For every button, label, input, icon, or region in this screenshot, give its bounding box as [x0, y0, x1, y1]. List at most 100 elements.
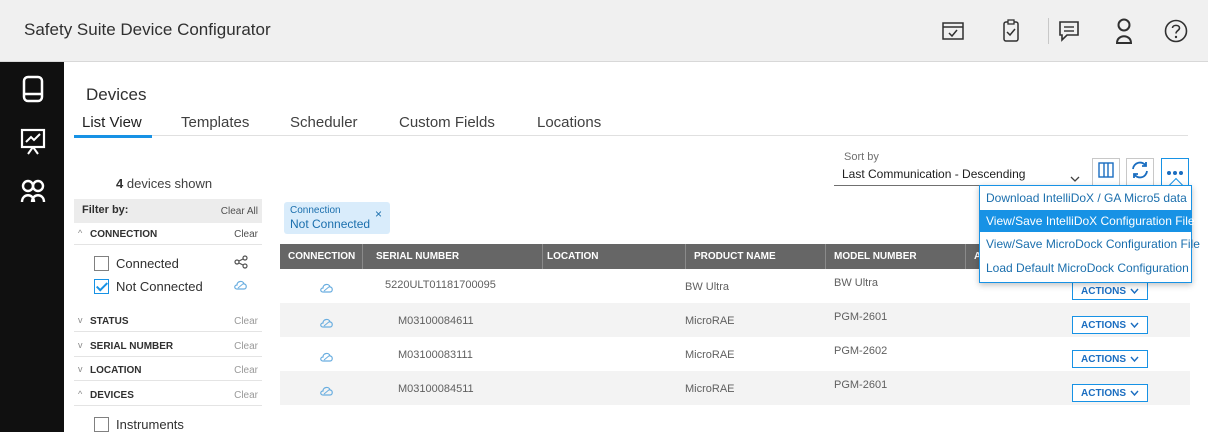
serial-number-cell: M03100084611	[398, 315, 474, 327]
presentation-chart-icon[interactable]	[16, 124, 50, 158]
columns-button[interactable]	[1092, 158, 1120, 186]
left-nav	[0, 62, 64, 432]
chevron-down-icon: v	[78, 364, 83, 374]
clear-serial-link[interactable]: Clear	[234, 341, 258, 352]
menu-item-view-save-microdock[interactable]: View/Save MicroDock Configuration File	[980, 233, 1200, 255]
user-icon[interactable]	[1108, 15, 1140, 47]
column-header-product-name[interactable]: PRODUCT NAME	[694, 251, 776, 262]
filter-section-label: SERIAL NUMBER	[90, 341, 174, 352]
product-name-cell: BW Ultra	[685, 281, 729, 293]
instruments-checkbox[interactable]	[94, 417, 109, 432]
connected-checkbox[interactable]	[94, 256, 109, 271]
filter-section-devices[interactable]: ^ DEVICES Clear	[74, 386, 262, 406]
actions-button[interactable]: ACTIONS	[1072, 316, 1148, 334]
devices-shown-label: devices shown	[126, 176, 213, 191]
connected-label: Connected	[116, 256, 179, 271]
product-name-cell: MicroRAE	[685, 315, 735, 327]
instruments-label: Instruments	[116, 417, 184, 432]
device-icon[interactable]	[16, 72, 50, 106]
column-header-connection[interactable]: CONNECTION	[288, 251, 355, 262]
filter-section-location[interactable]: v LOCATION Clear	[74, 361, 262, 381]
clear-status-link[interactable]: Clear	[234, 316, 258, 327]
clear-all-link[interactable]: Clear All	[221, 206, 258, 217]
clear-location-link[interactable]: Clear	[234, 365, 258, 376]
columns-icon	[1098, 161, 1114, 183]
sort-dropdown[interactable]: Sort by Last Communication - Descending	[834, 151, 1084, 186]
menu-item-view-save-intellidox[interactable]: View/Save IntelliDoX Configuration File	[980, 210, 1195, 232]
chip-title: Connection	[290, 205, 341, 216]
sort-label: Sort by	[842, 151, 881, 163]
model-number-cell: PGM-2602	[834, 345, 888, 357]
filter-option-connected[interactable]: Connected	[94, 255, 262, 275]
app-title: Safety Suite Device Configurator	[24, 20, 271, 39]
serial-number-cell: M03100084511	[398, 383, 474, 395]
filter-section-serial-number[interactable]: v SERIAL NUMBER Clear	[74, 337, 262, 357]
product-name-cell: MicroRAE	[685, 349, 735, 361]
devices-shown-count: 4 devices shown	[116, 176, 212, 191]
chevron-down-icon	[1130, 354, 1139, 365]
table-row[interactable]: M03100083111 MicroRAE PGM-2602 ACTIONS	[280, 337, 1190, 371]
model-number-cell: PGM-2601	[834, 379, 888, 391]
chip-close-icon[interactable]: ×	[375, 207, 382, 221]
actions-label: ACTIONS	[1081, 387, 1126, 399]
help-icon[interactable]	[1160, 15, 1192, 47]
serial-number-cell: 5220ULT01181700095	[385, 279, 496, 291]
tab-custom-fields[interactable]: Custom Fields	[399, 114, 495, 131]
not-connected-label: Not Connected	[116, 279, 203, 294]
clear-devices-link[interactable]: Clear	[234, 390, 258, 401]
active-filter-chip: Connection Not Connected ×	[284, 202, 390, 234]
filter-section-label: CONNECTION	[90, 229, 158, 240]
menu-item-load-default-microdock[interactable]: Load Default MicroDock Configuration	[980, 257, 1191, 279]
chevron-down-icon	[1130, 320, 1139, 331]
filter-section-connection[interactable]: ^ CONNECTION Clear	[74, 225, 262, 245]
table-row[interactable]: M03100084611 MicroRAE PGM-2601 ACTIONS	[280, 303, 1190, 337]
refresh-button[interactable]	[1126, 158, 1154, 186]
clear-connection-link[interactable]: Clear	[234, 229, 258, 240]
column-header-serial-number[interactable]: SERIAL NUMBER	[376, 251, 459, 262]
chevron-down-icon	[1130, 286, 1139, 297]
actions-label: ACTIONS	[1081, 285, 1126, 297]
group-icon[interactable]	[16, 174, 50, 208]
actions-button[interactable]: ACTIONS	[1072, 350, 1148, 368]
cloud-off-icon	[234, 278, 248, 296]
tab-scheduler[interactable]: Scheduler	[290, 114, 358, 131]
tab-list-view[interactable]: List View	[82, 114, 142, 131]
actions-button[interactable]: ACTIONS	[1072, 282, 1148, 300]
chevron-down-icon: v	[78, 340, 83, 350]
share-nodes-icon	[234, 255, 248, 274]
filter-header: Filter by: Clear All	[74, 199, 262, 223]
active-tab-indicator	[74, 135, 152, 138]
column-divider	[542, 244, 543, 269]
column-divider	[685, 244, 686, 269]
menu-item-download-intellidox[interactable]: Download IntelliDoX / GA Micro5 data	[980, 187, 1191, 209]
not-connected-checkbox[interactable]	[94, 279, 109, 294]
column-divider	[965, 244, 966, 269]
chat-icon[interactable]	[1053, 15, 1085, 47]
more-options-menu: Download IntelliDoX / GA Micro5 data Vie…	[979, 185, 1200, 283]
topbar-divider	[1048, 18, 1049, 44]
clipboard-check-icon[interactable]	[995, 15, 1027, 47]
filter-section-status[interactable]: v STATUS Clear	[74, 312, 262, 332]
column-divider	[362, 244, 363, 269]
cloud-icon	[320, 281, 334, 299]
actions-label: ACTIONS	[1081, 353, 1126, 365]
tab-templates[interactable]: Templates	[181, 114, 249, 131]
column-header-model-number[interactable]: MODEL NUMBER	[834, 251, 917, 262]
chevron-up-icon: ^	[78, 228, 83, 238]
filter-option-not-connected[interactable]: Not Connected	[94, 278, 262, 298]
device-count: 4	[116, 176, 124, 191]
refresh-icon	[1130, 161, 1150, 184]
calendar-check-icon[interactable]	[937, 15, 969, 47]
column-divider	[825, 244, 826, 269]
tab-locations[interactable]: Locations	[537, 114, 601, 131]
serial-number-cell: M03100083111	[398, 349, 473, 361]
actions-button[interactable]: ACTIONS	[1072, 384, 1148, 402]
page-title: Devices	[86, 85, 147, 104]
table-row[interactable]: M03100084511 MicroRAE PGM-2601 ACTIONS	[280, 371, 1190, 405]
tab-bar: List View Templates Scheduler Custom Fie…	[74, 108, 1188, 138]
filter-option-instruments[interactable]: Instruments	[94, 416, 262, 436]
filter-section-label: STATUS	[90, 316, 129, 327]
product-name-cell: MicroRAE	[685, 383, 735, 395]
actions-label: ACTIONS	[1081, 319, 1126, 331]
column-header-location[interactable]: LOCATION	[547, 251, 598, 262]
